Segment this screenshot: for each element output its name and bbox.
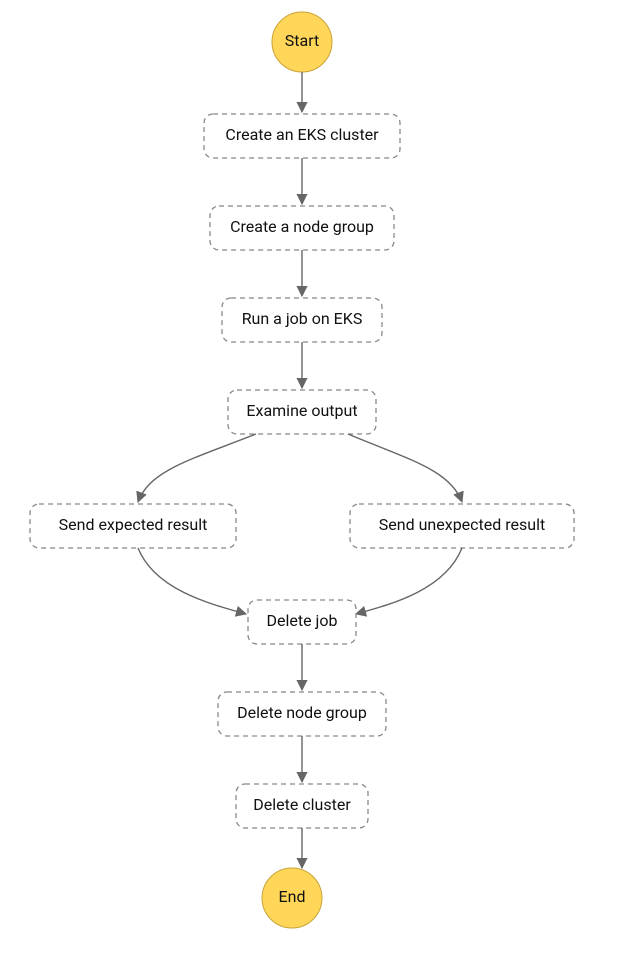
edge-exp-delete — [138, 548, 246, 614]
create-ng-label: Create a node group — [230, 217, 374, 236]
send-unexpected-label: Send unexpected result — [379, 515, 545, 534]
node-send-expected: Send expected result — [30, 504, 236, 548]
edge-unexp-delete — [356, 548, 462, 614]
node-delete-job: Delete job — [248, 600, 356, 644]
node-end: End — [262, 868, 322, 928]
node-examine-output: Examine output — [228, 390, 376, 434]
send-expected-label: Send expected result — [59, 515, 208, 534]
flowchart: Start Create an EKS cluster Create a nod… — [0, 0, 626, 954]
delete-cluster-label: Delete cluster — [253, 795, 351, 814]
edge-examine-unexpected — [348, 434, 462, 502]
node-send-unexpected: Send unexpected result — [350, 504, 574, 548]
examine-label: Examine output — [246, 401, 357, 420]
end-label: End — [279, 887, 306, 906]
create-cluster-label: Create an EKS cluster — [225, 125, 379, 144]
delete-job-label: Delete job — [267, 611, 338, 630]
node-create-node-group: Create a node group — [210, 206, 394, 250]
node-start: Start — [272, 12, 332, 72]
node-run-job: Run a job on EKS — [222, 298, 382, 342]
node-delete-cluster: Delete cluster — [236, 784, 368, 828]
run-job-label: Run a job on EKS — [242, 309, 363, 328]
edge-examine-expected — [138, 434, 256, 502]
delete-ng-label: Delete node group — [237, 703, 367, 722]
start-label: Start — [285, 31, 319, 50]
node-create-cluster: Create an EKS cluster — [204, 114, 400, 158]
node-delete-node-group: Delete node group — [218, 692, 386, 736]
